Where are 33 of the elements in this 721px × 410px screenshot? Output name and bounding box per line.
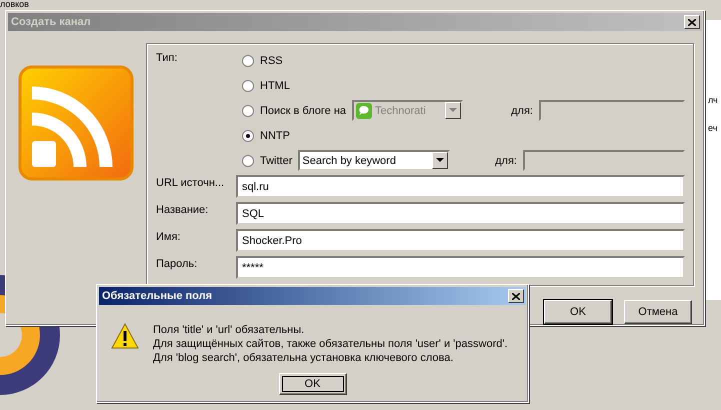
cancel-button[interactable]: Отмена <box>624 300 692 324</box>
radio-option[interactable]: RSS <box>242 54 283 66</box>
text-field[interactable]: Shocker.Pro <box>236 229 685 252</box>
field-label: URL источн... <box>156 176 226 191</box>
background-text: ловков <box>0 0 29 9</box>
alert-message: Поля 'title' и 'url' обязательны. <box>153 323 306 337</box>
rss-feed-icon <box>18 65 134 181</box>
alert-message: Для защищённых сайтов, также обязательны поля 'user' и 'password'. <box>153 337 508 351</box>
warning-icon <box>111 323 139 349</box>
caret-icon[interactable] <box>432 152 448 169</box>
field-label: Название: <box>156 203 210 218</box>
text-field[interactable]: SQL <box>236 202 685 225</box>
radio-option[interactable]: Twitter <box>242 154 292 166</box>
field-label: Имя: <box>156 230 182 245</box>
alert-message: Для 'blog search', обязательна установка ключевого слова. <box>153 351 454 365</box>
radio-option[interactable]: HTML <box>242 80 290 92</box>
field-label: Пароль: <box>156 257 198 272</box>
background-text: лч <box>708 96 718 105</box>
dropdown[interactable]: Search by keyword <box>298 150 450 171</box>
background-text: еч <box>708 124 718 133</box>
for-label: для: <box>495 154 517 166</box>
radio-option[interactable]: Поиск в блоге на <box>242 104 346 116</box>
for-label: для: <box>511 104 533 116</box>
close-icon[interactable] <box>508 289 524 303</box>
alert-title: Обязательные поля <box>102 290 212 302</box>
speech-bubble-icon <box>356 102 372 118</box>
text-field[interactable]: sql.ru <box>236 175 685 198</box>
text-field[interactable]: ***** <box>236 256 685 279</box>
ok-button[interactable]: OK <box>278 373 346 395</box>
ok-button[interactable]: OK <box>544 300 612 324</box>
type-label: Тип: <box>156 51 178 66</box>
window-title: Создать канал <box>11 16 91 28</box>
radio-option[interactable]: NNTP <box>242 130 290 142</box>
